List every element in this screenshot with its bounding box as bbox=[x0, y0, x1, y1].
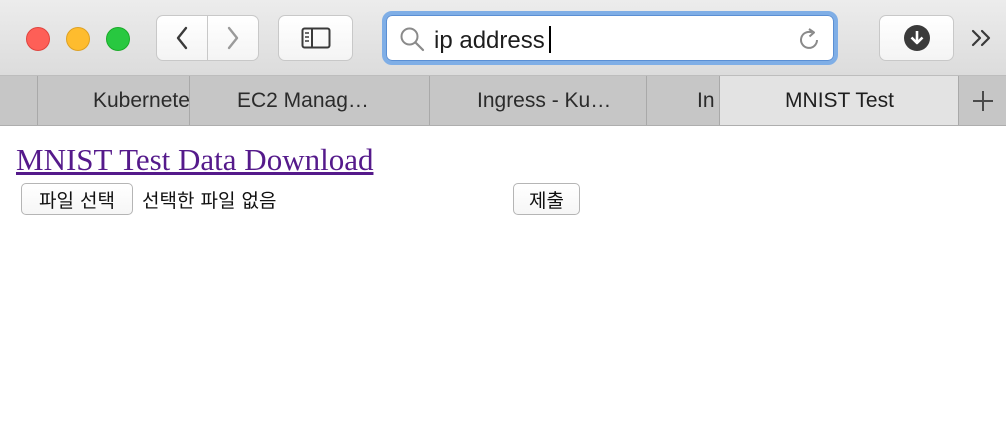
page-content: MNIST Test Data Download 파일 선택 선택한 파일 없음… bbox=[0, 126, 1006, 432]
address-input[interactable]: ip address bbox=[434, 26, 551, 55]
sidebar-toggle-button[interactable] bbox=[278, 15, 353, 61]
tab-label: Ingress - Ku… bbox=[477, 89, 612, 112]
submit-button[interactable]: 제출 bbox=[513, 183, 580, 215]
address-input-text: ip address bbox=[434, 27, 545, 54]
navigation-buttons bbox=[156, 15, 259, 61]
forward-button[interactable] bbox=[207, 15, 259, 61]
plus-icon bbox=[972, 90, 993, 111]
chevron-right-icon bbox=[227, 26, 239, 50]
back-button[interactable] bbox=[156, 15, 208, 61]
choose-file-button[interactable]: 파일 선택 bbox=[21, 183, 133, 215]
downloads-button[interactable] bbox=[879, 15, 954, 61]
tab-kubernetes[interactable]: Kubernetes bbox=[37, 76, 190, 125]
tab-label: In bbox=[697, 89, 715, 112]
browser-toolbar: ip address bbox=[0, 0, 1006, 76]
maximize-window-button[interactable] bbox=[106, 27, 130, 51]
tab-mnist-test[interactable]: MNIST Test bbox=[719, 76, 959, 125]
tab-pinned-edge[interactable] bbox=[0, 76, 38, 125]
tab-bar: Kubernetes EC2 Manag… Ingress - Ku… In M… bbox=[0, 76, 1006, 126]
toolbar-overflow-icon[interactable] bbox=[968, 24, 996, 52]
chevron-left-icon bbox=[176, 26, 188, 50]
text-cursor bbox=[548, 26, 551, 53]
tab-ec2[interactable]: EC2 Manag… bbox=[189, 76, 430, 125]
tab-label: Kubernetes bbox=[93, 89, 190, 112]
reload-icon[interactable] bbox=[796, 27, 822, 53]
new-tab-button[interactable] bbox=[958, 76, 1006, 125]
close-window-button[interactable] bbox=[26, 27, 50, 51]
tab-ingress[interactable]: Ingress - Ku… bbox=[429, 76, 647, 125]
minimize-window-button[interactable] bbox=[66, 27, 90, 51]
tab-label: EC2 Manag… bbox=[237, 89, 369, 112]
download-icon bbox=[903, 25, 930, 51]
tab-label: MNIST Test bbox=[785, 89, 894, 112]
search-icon bbox=[400, 27, 425, 52]
address-bar[interactable]: ip address bbox=[382, 11, 838, 65]
file-status-label: 선택한 파일 없음 bbox=[142, 190, 277, 212]
mnist-download-link[interactable]: MNIST Test Data Download bbox=[16, 142, 373, 178]
tab-in[interactable]: In bbox=[646, 76, 720, 125]
sidebar-icon bbox=[301, 27, 330, 49]
